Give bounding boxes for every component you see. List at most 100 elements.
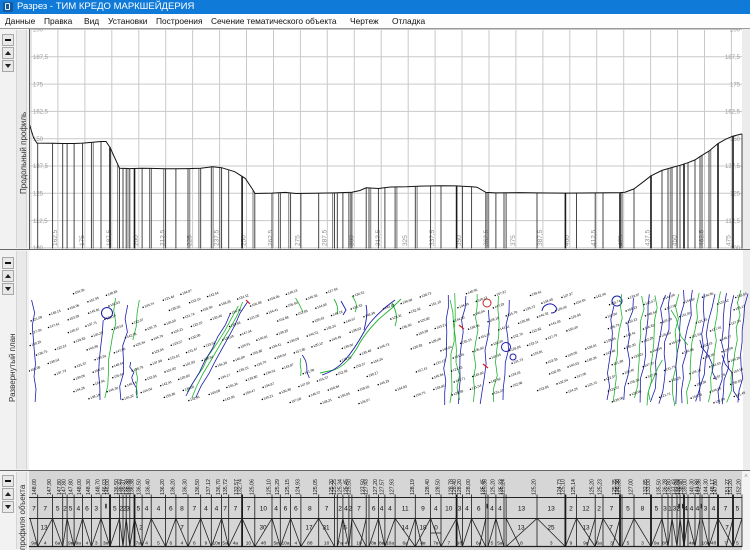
svg-text:7: 7 <box>192 506 196 513</box>
svg-text:137,12: 137,12 <box>206 479 212 495</box>
svg-text:4: 4 <box>465 506 469 513</box>
svg-text:7: 7 <box>724 506 728 513</box>
svg-text:4: 4 <box>44 541 47 547</box>
svg-text:3: 3 <box>458 506 462 513</box>
svg-text:128,20: 128,20 <box>457 479 463 495</box>
svg-text:128,19: 128,19 <box>410 479 416 495</box>
svg-text:9: 9 <box>570 541 573 547</box>
svg-text:6а: 6а <box>55 541 61 547</box>
svg-text:8в: 8в <box>371 541 377 547</box>
svg-text:136,30: 136,30 <box>183 479 189 495</box>
svg-text:136,50: 136,50 <box>137 479 143 495</box>
svg-text:9а: 9а <box>654 541 660 547</box>
svg-text:2: 2 <box>338 506 342 513</box>
svg-text:4: 4 <box>684 506 688 513</box>
svg-text:9в: 9в <box>583 541 589 547</box>
svg-text:125: 125 <box>33 192 44 198</box>
svg-text:162,5: 162,5 <box>33 110 49 116</box>
svg-text:147,90: 147,90 <box>47 479 53 495</box>
svg-text:125,24: 125,24 <box>501 479 507 495</box>
svg-text:4: 4 <box>145 541 148 547</box>
svg-text:2: 2 <box>597 506 601 513</box>
svg-text:6: 6 <box>477 506 481 513</box>
svg-text:142,36: 142,36 <box>697 479 703 495</box>
svg-text:4: 4 <box>712 506 716 513</box>
svg-text:124,93: 124,93 <box>295 479 301 495</box>
svg-text:18: 18 <box>419 525 427 532</box>
svg-text:8: 8 <box>520 541 523 547</box>
svg-text:5: 5 <box>69 506 73 513</box>
svg-text:125,20: 125,20 <box>590 479 596 495</box>
svg-text:125,15: 125,15 <box>285 479 291 495</box>
svg-text:13: 13 <box>582 525 590 532</box>
svg-text:4: 4 <box>181 541 184 547</box>
svg-text:6а: 6а <box>476 541 482 547</box>
svg-text:5: 5 <box>627 541 630 547</box>
svg-text:11: 11 <box>402 506 409 513</box>
svg-text:7: 7 <box>43 506 47 513</box>
svg-text:4: 4 <box>204 506 208 513</box>
svg-text:4: 4 <box>690 506 694 513</box>
svg-text:3в: 3в <box>103 541 109 547</box>
svg-text:2: 2 <box>569 506 573 513</box>
svg-text:187,5: 187,5 <box>33 55 49 61</box>
svg-text:31: 31 <box>322 525 330 532</box>
svg-text:4: 4 <box>498 506 502 513</box>
svg-text:10в: 10в <box>212 541 220 547</box>
svg-text:127,93: 127,93 <box>390 479 396 495</box>
svg-text:125,50: 125,50 <box>346 479 352 495</box>
svg-text:175: 175 <box>33 82 44 88</box>
svg-text:4: 4 <box>696 506 700 513</box>
svg-text:7: 7 <box>247 506 251 513</box>
svg-text:10: 10 <box>324 541 330 547</box>
svg-text:4: 4 <box>157 506 161 513</box>
svg-text:4: 4 <box>388 506 392 513</box>
svg-text:125,14: 125,14 <box>571 479 577 495</box>
svg-text:136,70: 136,70 <box>216 479 222 495</box>
svg-text:112,5: 112,5 <box>33 219 48 225</box>
svg-text:187,5: 187,5 <box>725 55 741 61</box>
svg-text:7: 7 <box>223 506 227 513</box>
svg-text:127,00: 127,00 <box>629 479 635 495</box>
svg-text:17: 17 <box>305 525 313 532</box>
svg-text:200: 200 <box>730 29 741 34</box>
svg-text:7в: 7в <box>433 541 439 547</box>
svg-text:4: 4 <box>86 541 89 547</box>
svg-text:8: 8 <box>641 506 645 513</box>
svg-text:136,20: 136,20 <box>170 479 176 495</box>
svg-text:6: 6 <box>169 541 172 547</box>
svg-text:135,72: 135,72 <box>223 479 229 495</box>
svg-text:6а: 6а <box>596 541 602 547</box>
svg-text:136,40: 136,40 <box>146 479 152 495</box>
svg-text:147,80: 147,80 <box>713 479 719 495</box>
svg-text:3: 3 <box>95 541 98 547</box>
svg-text:8б: 8б <box>662 541 668 547</box>
svg-text:7: 7 <box>610 506 614 513</box>
svg-text:9: 9 <box>421 506 425 513</box>
svg-text:4а: 4а <box>233 541 239 547</box>
svg-text:450: 450 <box>672 235 679 246</box>
svg-text:7: 7 <box>325 506 329 513</box>
svg-text:146,00: 146,00 <box>105 479 111 495</box>
svg-text:7: 7 <box>32 506 36 513</box>
svg-text:2: 2 <box>63 506 67 513</box>
svg-text:14: 14 <box>401 525 409 532</box>
svg-text:3: 3 <box>126 506 130 513</box>
svg-text:12: 12 <box>582 506 590 513</box>
svg-text:4: 4 <box>294 541 297 547</box>
svg-text:136,38: 136,38 <box>130 479 136 495</box>
svg-text:412,5: 412,5 <box>591 229 598 246</box>
svg-text:5: 5 <box>655 506 659 513</box>
svg-text:4в: 4в <box>689 541 695 547</box>
svg-text:6а: 6а <box>403 541 409 547</box>
svg-text:13: 13 <box>40 525 48 532</box>
svg-text:6: 6 <box>169 506 173 513</box>
svg-text:5: 5 <box>736 541 739 547</box>
svg-text:132,74: 132,74 <box>237 479 243 495</box>
svg-text:144,30: 144,30 <box>704 479 710 495</box>
svg-text:200: 200 <box>33 29 44 34</box>
svg-text:7: 7 <box>234 506 238 513</box>
svg-text:6: 6 <box>85 506 89 513</box>
svg-text:127,57: 127,57 <box>379 479 385 495</box>
svg-text:4: 4 <box>490 506 494 513</box>
